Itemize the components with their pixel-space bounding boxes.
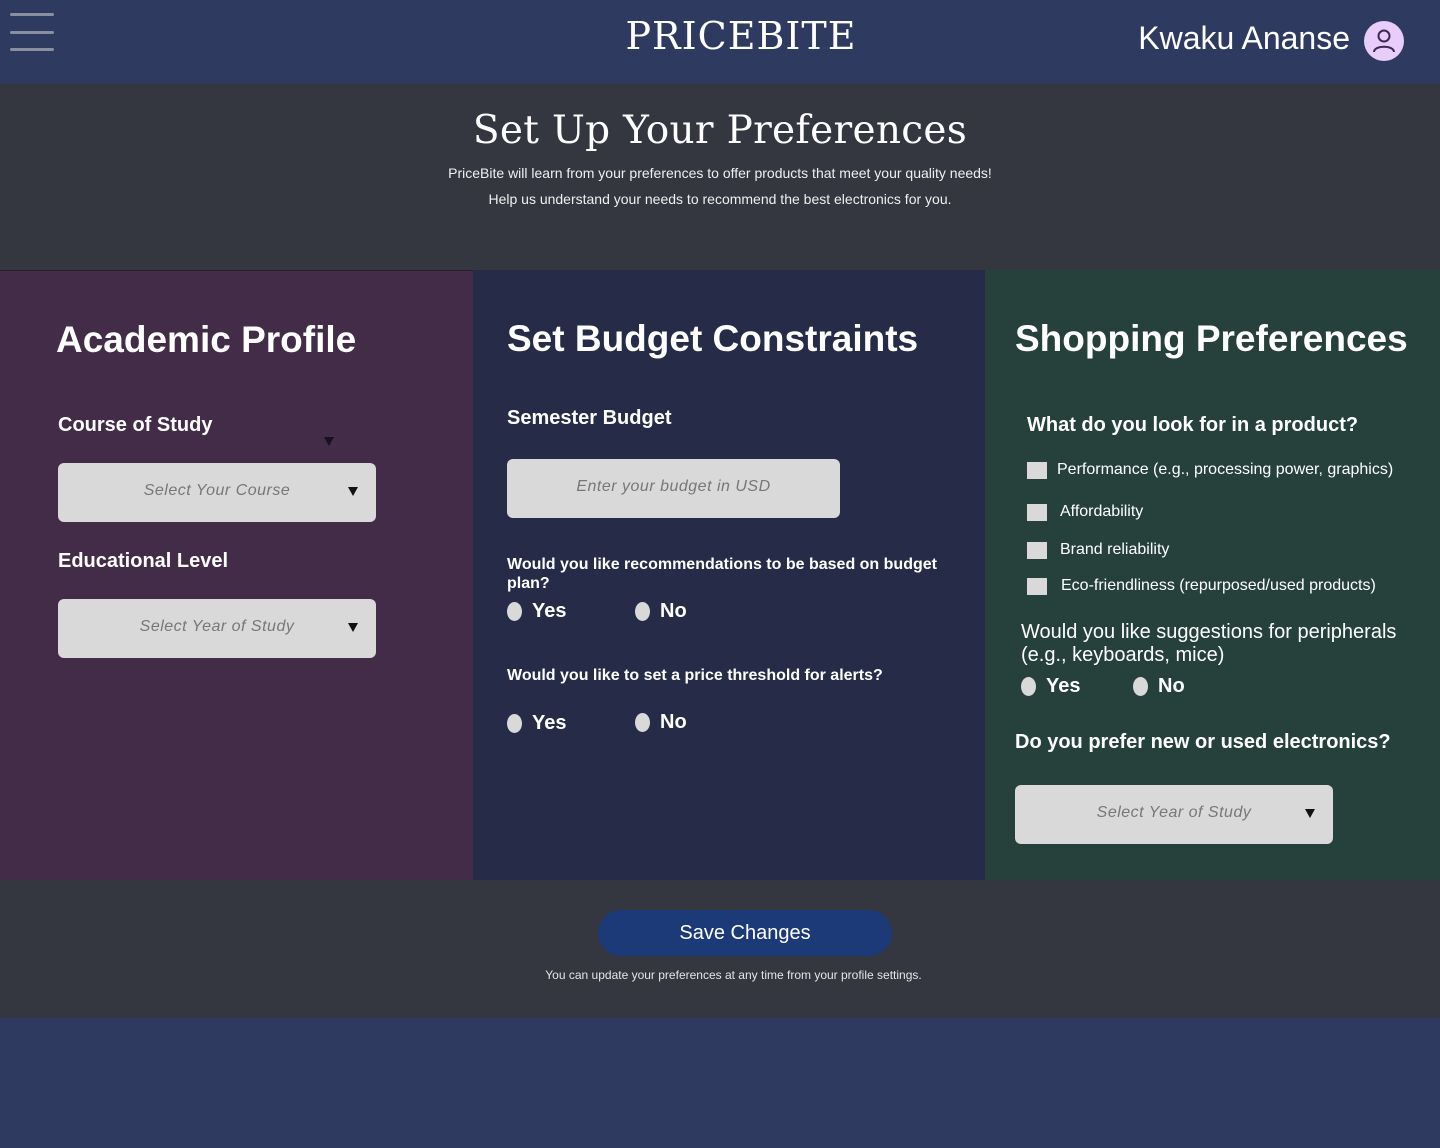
user-icon[interactable] (1364, 21, 1404, 61)
budget-constraints-panel: Set Budget Constraints Semester Budget E… (473, 270, 985, 880)
budget-plan-yes-radio[interactable]: Yes (507, 600, 566, 623)
peripherals-no-radio[interactable]: No (1133, 675, 1185, 698)
checkbox-label: Performance (e.g., processing power, gra… (1057, 461, 1394, 478)
checkbox-icon (1027, 577, 1047, 595)
save-changes-button[interactable]: Save Changes (598, 910, 892, 956)
option-eco-friendliness-checkbox[interactable]: Eco-friendliness (repurposed/used produc… (1027, 577, 1376, 595)
course-select[interactable]: Select Your Course (58, 463, 376, 522)
footer: Save Changes You can update your prefere… (0, 880, 1440, 1018)
radio-icon (635, 602, 650, 621)
checkbox-label: Affordability (1060, 503, 1144, 520)
budget-plan-question: Would you like recommendations to be bas… (507, 556, 937, 592)
radio-label: Yes (532, 600, 567, 622)
footer-note: You can update your preferences at any t… (545, 968, 922, 982)
chevron-down-icon (1305, 809, 1315, 818)
radio-icon (507, 602, 522, 621)
checkbox-icon (1027, 503, 1047, 521)
radio-label: Yes (1046, 675, 1081, 697)
checkbox-icon (1027, 461, 1047, 479)
intro-line-1: PriceBite will learn from your preferenc… (448, 165, 992, 181)
radio-icon (635, 713, 650, 732)
radio-icon (1133, 677, 1148, 696)
option-affordability-checkbox[interactable]: Affordability (1027, 503, 1143, 521)
radio-icon (1021, 677, 1036, 696)
checkbox-label: Eco-friendliness (repurposed/used produc… (1061, 577, 1376, 594)
username: Kwaku Ananse (1138, 20, 1350, 56)
radio-label: No (660, 600, 687, 622)
peripherals-question: Would you like suggestions for periphera… (1021, 621, 1397, 666)
semester-budget-label: Semester Budget (507, 407, 672, 429)
intro-line-2: Help us understand your needs to recomme… (488, 191, 952, 207)
price-alert-question: Would you like to set a price threshold … (507, 667, 883, 684)
page-title: Set Up Your Preferences (472, 108, 968, 153)
intro-section: Set Up Your Preferences PriceBite will l… (0, 84, 1440, 270)
educational-level-label: Educational Level (58, 550, 229, 572)
chevron-down-icon (348, 623, 358, 632)
option-performance-checkbox[interactable]: Performance (e.g., processing power, gra… (1027, 461, 1393, 479)
budget-input-placeholder: Enter your budget in USD (576, 478, 771, 495)
budget-input[interactable]: Enter your budget in USD (507, 459, 840, 518)
radio-label: No (1158, 675, 1185, 697)
radio-icon (507, 714, 522, 733)
price-alert-yes-radio[interactable]: Yes (507, 712, 566, 735)
chevron-down-icon (324, 437, 334, 446)
radio-label: No (660, 711, 687, 733)
top-bar: PRICEBITE Kwaku Ananse (0, 0, 1440, 84)
course-of-study-label: Course of Study (58, 414, 213, 436)
shopping-preferences-title: Shopping Preferences (1015, 318, 1408, 359)
shopping-preferences-panel: Shopping Preferences What do you look fo… (985, 270, 1440, 880)
option-brand-reliability-checkbox[interactable]: Brand reliability (1027, 541, 1169, 559)
checkbox-icon (1027, 541, 1047, 559)
condition-question: Do you prefer new or used electronics? (1015, 731, 1391, 753)
budget-plan-no-radio[interactable]: No (635, 600, 687, 623)
educational-level-placeholder: Select Year of Study (139, 618, 295, 635)
checkbox-label: Brand reliability (1060, 541, 1170, 558)
academic-profile-panel: Academic Profile Course of Study Select … (0, 270, 473, 880)
radio-label: Yes (532, 712, 567, 734)
condition-select[interactable]: Select Year of Study (1015, 785, 1333, 844)
educational-level-select[interactable]: Select Year of Study (58, 599, 376, 658)
course-select-placeholder: Select Your Course (143, 482, 291, 499)
price-alert-no-radio[interactable]: No (635, 711, 687, 734)
academic-profile-title: Academic Profile (56, 319, 357, 360)
peripherals-yes-radio[interactable]: Yes (1021, 675, 1080, 698)
product-question: What do you look for in a product? (1027, 414, 1359, 436)
chevron-down-icon (348, 487, 358, 496)
budget-constraints-title: Set Budget Constraints (507, 318, 919, 359)
condition-select-placeholder: Select Year of Study (1096, 804, 1252, 821)
